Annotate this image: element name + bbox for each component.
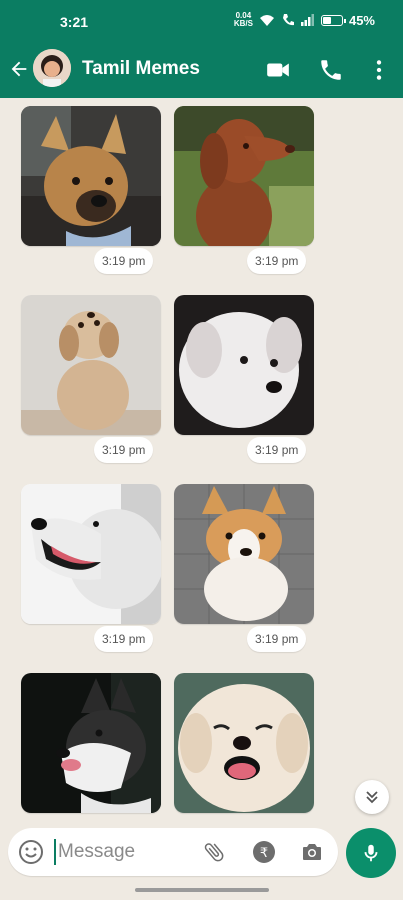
image-message[interactable]: [174, 295, 314, 435]
wifi-icon: [259, 14, 274, 26]
status-time: 3:21: [60, 14, 89, 30]
message-time: 3:19 pm: [247, 437, 307, 463]
message-composer: ₹: [8, 828, 338, 876]
husky-photo: [21, 673, 161, 813]
image-message[interactable]: [21, 295, 161, 435]
status-bar: 3:21 0.04 KB/S 45%: [0, 0, 403, 44]
wifi-call-icon: [282, 14, 294, 26]
home-indicator[interactable]: [135, 888, 269, 892]
image-message[interactable]: [174, 106, 314, 246]
image-message[interactable]: [21, 484, 161, 624]
message-time: 3:19 pm: [94, 626, 154, 652]
message-time: 3:19 pm: [94, 248, 154, 274]
video-call-icon[interactable]: [265, 57, 291, 83]
vizsla-photo: [174, 106, 314, 246]
double-chevron-down-icon: [366, 791, 378, 804]
mic-icon: [364, 844, 378, 862]
signal-icon: [300, 14, 314, 26]
camera-icon[interactable]: [300, 840, 324, 864]
message-time: 3:19 pm: [247, 626, 307, 652]
chat-title[interactable]: Tamil Memes: [82, 58, 200, 80]
battery-fill: [322, 16, 331, 24]
mic-button[interactable]: [346, 828, 396, 878]
message-time: 3:19 pm: [247, 248, 307, 274]
image-message[interactable]: [21, 673, 161, 813]
scroll-to-bottom-button[interactable]: [355, 780, 389, 814]
avatar[interactable]: [33, 49, 71, 87]
german-shepherd-photo: [21, 106, 161, 246]
back-arrow-icon[interactable]: [8, 58, 30, 80]
battery-icon: [320, 14, 346, 26]
white-puppy-photo: [174, 295, 314, 435]
white-fluffy-dog-photo: [174, 673, 314, 813]
attach-icon[interactable]: [202, 840, 226, 864]
white-retriever-photo: [21, 484, 161, 624]
net-speed: 0.04 KB/S: [234, 12, 253, 28]
corgi-photo: [174, 484, 314, 624]
phone-icon[interactable]: [318, 57, 344, 83]
image-message[interactable]: [21, 106, 161, 246]
chat-header: Tamil Memes: [0, 44, 403, 98]
emoji-icon[interactable]: [18, 839, 44, 865]
battery-percent: 45%: [348, 12, 375, 28]
image-message[interactable]: [174, 673, 314, 813]
net-speed-unit: KB/S: [233, 19, 253, 28]
fluffy-tan-dog-photo: [21, 295, 161, 435]
svg-text:₹: ₹: [260, 846, 268, 861]
image-message[interactable]: [174, 484, 314, 624]
status-icons: 0.04 KB/S 45%: [234, 12, 375, 28]
chat-area[interactable]: 3:19 pm 3:19 pm 3:19 pm 3:19 pm 3:19 pm …: [0, 98, 403, 826]
rupee-payment-icon[interactable]: ₹: [252, 840, 276, 864]
message-time: 3:19 pm: [94, 437, 154, 463]
more-vert-icon[interactable]: [366, 57, 392, 83]
message-input[interactable]: [54, 839, 194, 865]
avatar-image: [33, 49, 71, 87]
